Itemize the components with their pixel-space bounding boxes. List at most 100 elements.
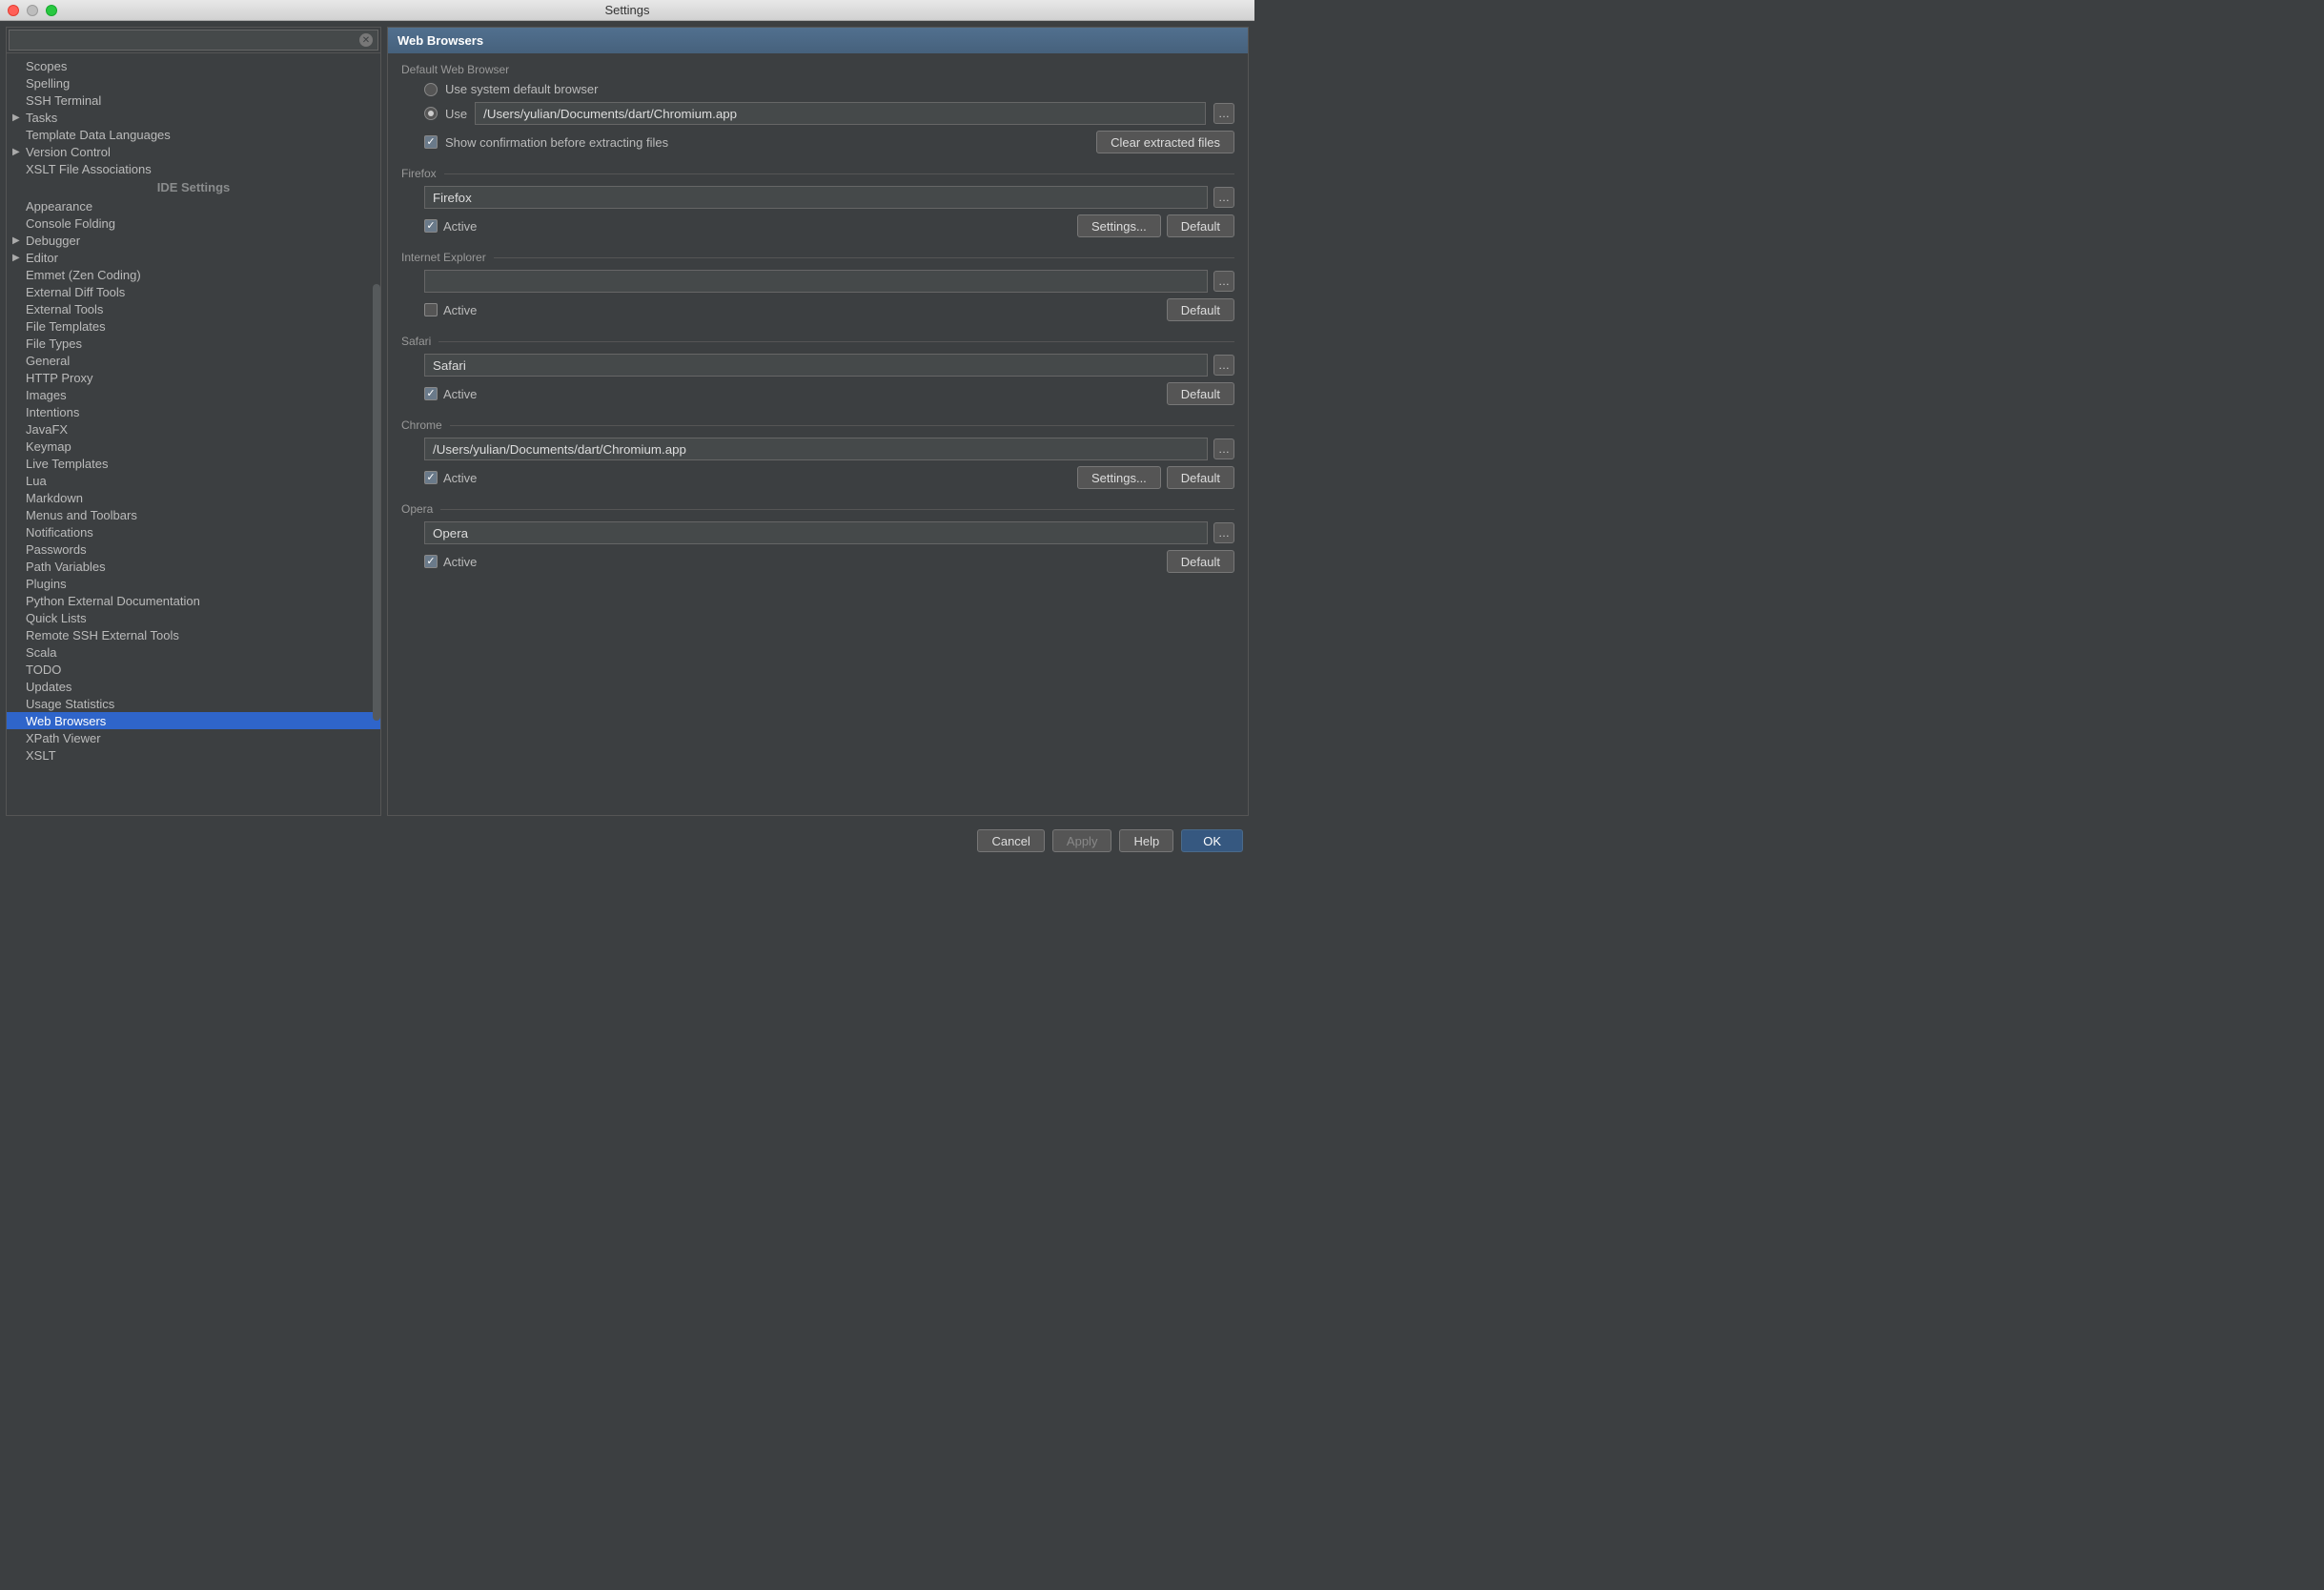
sidebar-item-usage-statistics[interactable]: Usage Statistics: [7, 695, 380, 712]
sidebar-item-file-types[interactable]: File Types: [7, 335, 380, 352]
sidebar-item-keymap[interactable]: Keymap: [7, 438, 380, 455]
browser-title-opera: Opera: [401, 502, 1234, 516]
close-icon[interactable]: [8, 5, 19, 16]
ok-button[interactable]: OK: [1181, 829, 1243, 852]
sidebar-item-quick-lists[interactable]: Quick Lists: [7, 609, 380, 626]
sidebar-item-scopes[interactable]: Scopes: [7, 57, 380, 74]
default-button-internet-explorer[interactable]: Default: [1167, 298, 1234, 321]
sidebar-item-images[interactable]: Images: [7, 386, 380, 403]
browser-path-internet-explorer[interactable]: [424, 270, 1208, 293]
sidebar-item-ssh-terminal[interactable]: SSH Terminal: [7, 92, 380, 109]
sidebar-item-editor[interactable]: ▶Editor: [7, 249, 380, 266]
window-controls: [8, 5, 57, 16]
default-button-safari[interactable]: Default: [1167, 382, 1234, 405]
sidebar-item-label: SSH Terminal: [26, 93, 101, 108]
sidebar-item-intentions[interactable]: Intentions: [7, 403, 380, 420]
sidebar-item-label: Scopes: [26, 59, 67, 73]
browse-icon[interactable]: …: [1213, 271, 1234, 292]
sidebar-item-spelling[interactable]: Spelling: [7, 74, 380, 92]
browser-path-safari[interactable]: [424, 354, 1208, 377]
search-input[interactable]: [9, 30, 378, 51]
sidebar-item-plugins[interactable]: Plugins: [7, 575, 380, 592]
sidebar-item-updates[interactable]: Updates: [7, 678, 380, 695]
window-title: Settings: [0, 3, 1254, 17]
browse-icon[interactable]: …: [1213, 438, 1234, 459]
use-system-radio[interactable]: [424, 83, 438, 96]
sidebar-item-appearance[interactable]: Appearance: [7, 197, 380, 214]
sidebar-item-label: Markdown: [26, 491, 83, 505]
sidebar-item-label: Lua: [26, 474, 47, 488]
expander-icon[interactable]: ▶: [12, 112, 24, 123]
expander-icon[interactable]: ▶: [12, 235, 24, 246]
minimize-icon[interactable]: [27, 5, 38, 16]
scrollbar-thumb[interactable]: [373, 284, 380, 721]
expander-icon[interactable]: ▶: [12, 147, 24, 157]
browser-path-opera[interactable]: [424, 521, 1208, 544]
sidebar-item-xslt-file-associations[interactable]: XSLT File Associations: [7, 160, 380, 177]
sidebar-item-todo[interactable]: TODO: [7, 661, 380, 678]
sidebar-item-template-data-languages[interactable]: Template Data Languages: [7, 126, 380, 143]
browser-path-chrome[interactable]: [424, 438, 1208, 460]
default-button-opera[interactable]: Default: [1167, 550, 1234, 573]
sidebar-item-path-variables[interactable]: Path Variables: [7, 558, 380, 575]
active-checkbox-opera[interactable]: [424, 555, 438, 568]
active-label: Active: [443, 387, 477, 401]
cancel-button[interactable]: Cancel: [977, 829, 1044, 852]
help-button[interactable]: Help: [1119, 829, 1173, 852]
browse-icon[interactable]: …: [1213, 187, 1234, 208]
clear-search-icon[interactable]: ✕: [359, 33, 373, 47]
sidebar-item-debugger[interactable]: ▶Debugger: [7, 232, 380, 249]
sidebar-item-xpath-viewer[interactable]: XPath Viewer: [7, 729, 380, 746]
use-custom-radio[interactable]: [424, 107, 438, 120]
sidebar-item-console-folding[interactable]: Console Folding: [7, 214, 380, 232]
default-button-chrome[interactable]: Default: [1167, 466, 1234, 489]
active-checkbox-safari[interactable]: [424, 387, 438, 400]
browser-path-firefox[interactable]: [424, 186, 1208, 209]
sidebar-item-label: Console Folding: [26, 216, 115, 231]
sidebar-item-label: XSLT File Associations: [26, 162, 152, 176]
sidebar-item-passwords[interactable]: Passwords: [7, 540, 380, 558]
default-button-firefox[interactable]: Default: [1167, 214, 1234, 237]
browse-icon[interactable]: …: [1213, 355, 1234, 376]
sidebar-item-python-external-documentation[interactable]: Python External Documentation: [7, 592, 380, 609]
show-confirm-checkbox[interactable]: [424, 135, 438, 149]
default-browser-path[interactable]: [475, 102, 1206, 125]
sidebar-item-external-tools[interactable]: External Tools: [7, 300, 380, 317]
sidebar-item-label: Quick Lists: [26, 611, 87, 625]
active-checkbox-internet-explorer[interactable]: [424, 303, 438, 316]
sidebar-item-file-templates[interactable]: File Templates: [7, 317, 380, 335]
sidebar-item-xslt[interactable]: XSLT: [7, 746, 380, 764]
sidebar-item-version-control[interactable]: ▶Version Control: [7, 143, 380, 160]
settings-tree[interactable]: ScopesSpellingSSH Terminal▶TasksTemplate…: [7, 53, 380, 815]
sidebar-item-lua[interactable]: Lua: [7, 472, 380, 489]
maximize-icon[interactable]: [46, 5, 57, 16]
browse-icon[interactable]: …: [1213, 522, 1234, 543]
sidebar-item-label: External Tools: [26, 302, 103, 316]
settings-button-chrome[interactable]: Settings...: [1077, 466, 1161, 489]
browse-icon[interactable]: …: [1213, 103, 1234, 124]
active-checkbox-chrome[interactable]: [424, 471, 438, 484]
sidebar-item-notifications[interactable]: Notifications: [7, 523, 380, 540]
sidebar-item-label: Appearance: [26, 199, 92, 214]
sidebar-item-label: Debugger: [26, 234, 80, 248]
sidebar-item-tasks[interactable]: ▶Tasks: [7, 109, 380, 126]
settings-button-firefox[interactable]: Settings...: [1077, 214, 1161, 237]
sidebar-item-emmet-zen-coding-[interactable]: Emmet (Zen Coding): [7, 266, 380, 283]
sidebar-item-label: Usage Statistics: [26, 697, 114, 711]
sidebar-item-external-diff-tools[interactable]: External Diff Tools: [7, 283, 380, 300]
sidebar-item-javafx[interactable]: JavaFX: [7, 420, 380, 438]
sidebar-item-web-browsers[interactable]: Web Browsers: [7, 712, 380, 729]
expander-icon[interactable]: ▶: [12, 253, 24, 263]
sidebar-item-label: Plugins: [26, 577, 67, 591]
sidebar-item-http-proxy[interactable]: HTTP Proxy: [7, 369, 380, 386]
active-checkbox-firefox[interactable]: [424, 219, 438, 233]
sidebar-item-live-templates[interactable]: Live Templates: [7, 455, 380, 472]
sidebar-item-remote-ssh-external-tools[interactable]: Remote SSH External Tools: [7, 626, 380, 643]
sidebar-item-scala[interactable]: Scala: [7, 643, 380, 661]
clear-extracted-button[interactable]: Clear extracted files: [1096, 131, 1234, 153]
sidebar-item-menus-and-toolbars[interactable]: Menus and Toolbars: [7, 506, 380, 523]
apply-button[interactable]: Apply: [1052, 829, 1112, 852]
sidebar-item-label: General: [26, 354, 70, 368]
sidebar-item-markdown[interactable]: Markdown: [7, 489, 380, 506]
sidebar-item-general[interactable]: General: [7, 352, 380, 369]
